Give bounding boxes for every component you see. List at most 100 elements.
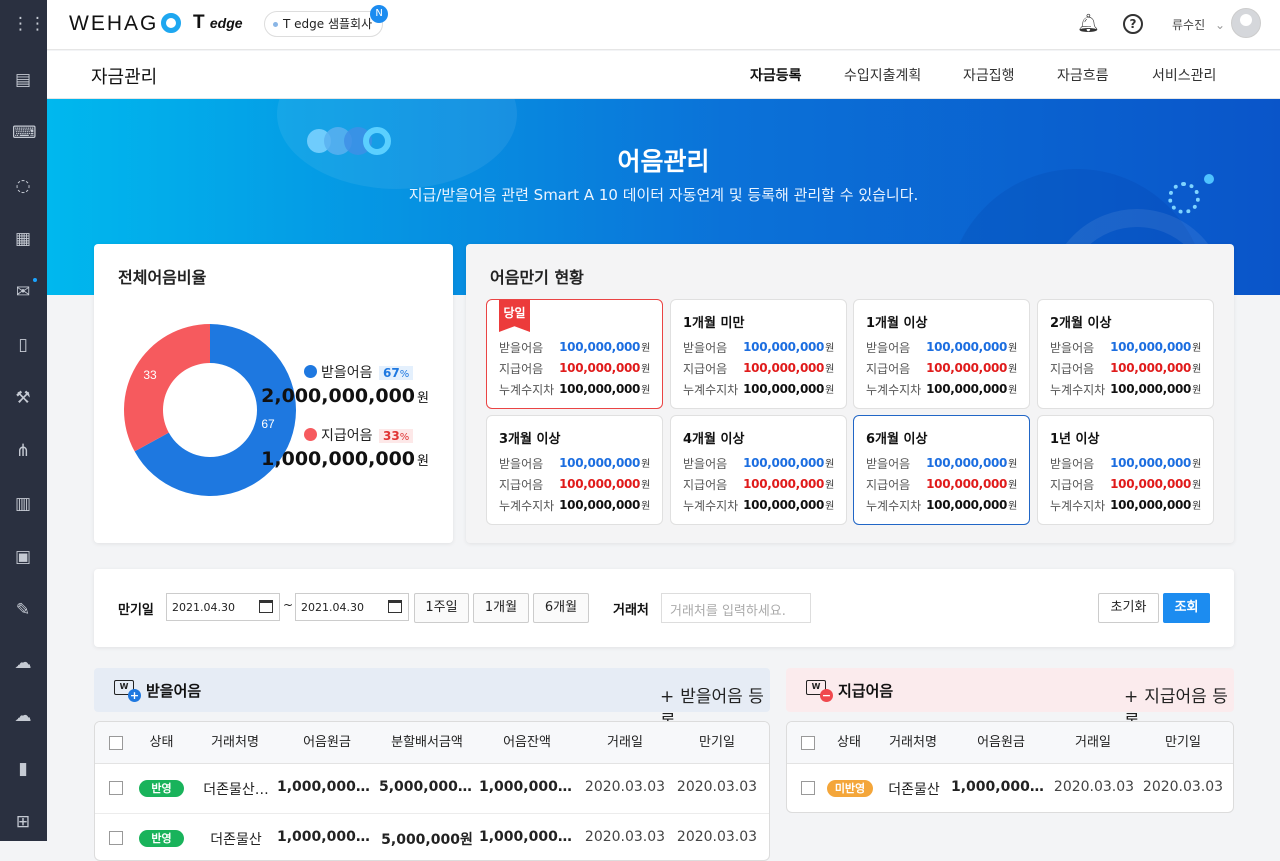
maturity-card-label: 1개월 미만 [683,316,745,331]
row-checkbox[interactable] [109,831,123,845]
select-all-checkbox[interactable] [109,736,123,750]
calendar-icon[interactable]: ▦ [12,228,34,250]
cell-principal: 1,000,000,… [277,779,373,795]
row-checkbox[interactable] [801,781,815,795]
calendar-icon[interactable] [259,600,273,613]
col-principal[interactable]: 어음원금 [951,722,1051,764]
client-search-input[interactable]: 거래처를 입력하세요. [661,593,811,623]
maturity-card[interactable]: 1개월 미만 받을어음 100,000,000원 지급어음 100,000,000원 누계… [670,299,847,409]
col-principal[interactable]: 어음원금 [277,722,377,764]
sub-navigation: 자금관리 자금등록 수입지출계획 자금집행 자금흐름 서비스관리 [47,51,1280,99]
period-1month-button[interactable]: 1개월 [473,593,529,623]
maturity-row-pay: 지급어음 100,000,000원 [866,361,1017,376]
new-badge: N [370,5,389,23]
maturity-row-cum: 누계수지차 100,000,000원 [1050,382,1201,397]
maturity-row-cum: 누계수지차 100,000,000원 [866,498,1017,513]
donut-label-payable: 33 [143,368,157,382]
maturity-card[interactable]: 3개월 이상 받을어음 100,000,000원 지급어음 100,000,000원 누계… [486,415,663,525]
cell-split: 5,000,000원 [381,832,473,848]
avatar[interactable] [1231,8,1261,38]
nav-income-expense-plan[interactable]: 수입지출계획 [844,65,921,85]
maturity-card[interactable]: 당일 받을어음 100,000,000원 지급어음 100,000,000원 누계수지차 1… [486,299,663,409]
apps-icon[interactable]: ⋮⋮⋮ [12,13,63,35]
company-selector[interactable]: T edge 샘플회사 N [264,5,389,37]
building-icon[interactable]: ▥ [12,493,34,515]
col-balance[interactable]: 어음잔액 [477,722,577,764]
maturity-row-cum: 누계수지차 100,000,000원 [499,498,650,513]
nav-fund-flow[interactable]: 자금흐름 [1057,65,1109,85]
maturity-row-cum: 누계수지차 100,000,000원 [683,498,834,513]
maturity-row-receive: 받을어음 100,000,000원 [683,456,834,471]
wehago-logo[interactable]: WEHAG [69,12,182,36]
date-from-input[interactable]: 2021.04.30 [166,593,280,621]
cell-split: 5,000,000,… [379,779,475,795]
search-button[interactable]: 조회 [1163,593,1210,623]
row-checkbox[interactable] [109,781,123,795]
table-row[interactable]: 반영 더존물산 1,000,000,… 5,000,000원 1,000,000,… 20… [95,814,769,860]
cell-client: 더존물산 [210,832,262,848]
maturity-card[interactable]: 1개월 이상 받을어음 100,000,000원 지급어음 100,000,000원 누계… [853,299,1030,409]
cloud-icon[interactable]: ☁ [12,652,34,674]
cell-trade-date: 2020.03.03 [1053,779,1135,795]
donut-label-receivable: 67 [261,417,275,431]
chat-icon[interactable]: ◌ [12,175,34,197]
col-due-date[interactable]: 만기일 [1137,722,1229,764]
receivable-notes-header: W+ 받을어음 +받을어음 등록 [94,668,770,732]
maturity-card[interactable]: 2개월 이상 받을어음 100,000,000원 지급어음 100,000,000원 누계… [1037,299,1214,409]
help-icon[interactable]: ? [1123,14,1143,34]
cell-client: 더존물산 [888,782,940,798]
notebook-icon[interactable]: ▮ [12,758,34,780]
cell-client: 더존물산… [203,782,269,798]
col-trade-date[interactable]: 거래일 [579,722,671,764]
col-split[interactable]: 분할배서금액 [377,722,477,764]
mail-icon[interactable]: ✉ [12,281,34,303]
maturity-row-receive: 받을어음 100,000,000원 [866,340,1017,355]
grid-menu-icon[interactable]: ⊞ [12,811,34,833]
col-client[interactable]: 거래처명 [195,722,275,764]
nav-fund-register[interactable]: 자금등록 [750,65,802,85]
calendar-icon[interactable] [388,600,402,613]
ratio-card-title: 전체어음비율 [118,268,207,287]
amount-payable: 1,000,000,000 원 [261,448,429,470]
cell-principal: 1,000,000,0… [951,779,1047,795]
nav-service-management[interactable]: 서비스관리 [1152,65,1216,85]
date-to-input[interactable]: 2021.04.30 [295,593,409,621]
due-date-label: 만기일 [118,603,154,618]
reset-button[interactable]: 초기화 [1098,593,1159,623]
nav-fund-execution[interactable]: 자금집행 [963,65,1015,85]
donut-slice-payable[interactable] [124,324,210,452]
tedge-logo[interactable]: T edge [193,12,243,34]
maturity-card-label: 3개월 이상 [499,432,561,447]
plus-icon: + [660,687,675,707]
maturity-card[interactable]: 4개월 이상 받을어음 100,000,000원 지급어음 100,000,000원 누계… [670,415,847,525]
cloud-network-icon[interactable]: ☁ [12,705,34,727]
maturity-card[interactable]: 6개월 이상 받을어음 100,000,000원 지급어음 100,000,000원 누계… [853,415,1030,525]
col-trade-date[interactable]: 거래일 [1049,722,1137,764]
contacts-icon[interactable]: ▣ [12,546,34,568]
bell-icon[interactable]: 🔔︎ [1077,13,1100,34]
period-6month-button[interactable]: 6개월 [533,593,589,623]
notification-dot [33,278,37,282]
col-status[interactable]: 상태 [135,722,188,764]
select-all-checkbox[interactable] [801,736,815,750]
period-1week-button[interactable]: 1주일 [414,593,469,623]
col-due-date[interactable]: 만기일 [671,722,763,764]
table-row[interactable]: 반영 더존물산… 1,000,000,… 5,000,000,… 1,000,000,…… [95,764,769,814]
cell-balance: 1,000,000,… [479,829,575,845]
org-chart-icon[interactable]: ⋔ [12,440,34,462]
cell-principal: 1,000,000,… [277,829,373,845]
legend-receivable: 받을어음 67% [304,362,414,382]
keyboard-icon[interactable]: ⌨ [12,122,37,144]
hammer-icon[interactable]: ⚒ [12,387,34,409]
col-status[interactable]: 상태 [825,722,873,764]
table-row[interactable]: 미반영 더존물산 1,000,000,0… 2020.03.03 2020.03.03 [787,764,1233,812]
user-name[interactable]: 류수진 ⌄ [1172,16,1225,33]
payable-notes-table: 상태 거래처명 어음원금 거래일 만기일 미반영 더존물산 1,000,000,0…… [786,721,1234,813]
maturity-row-pay: 지급어음 100,000,000원 [683,477,834,492]
col-client[interactable]: 거래처명 [877,722,949,764]
mobile-icon[interactable]: ▯ [12,334,34,356]
report-icon[interactable]: ▤ [12,69,34,91]
maturity-card[interactable]: 1년 이상 받을어음 100,000,000원 지급어음 100,000,000원 누계수… [1037,415,1214,525]
book-edit-icon[interactable]: ✎ [12,599,34,621]
maturity-card-label: 1년 이상 [1050,432,1100,447]
